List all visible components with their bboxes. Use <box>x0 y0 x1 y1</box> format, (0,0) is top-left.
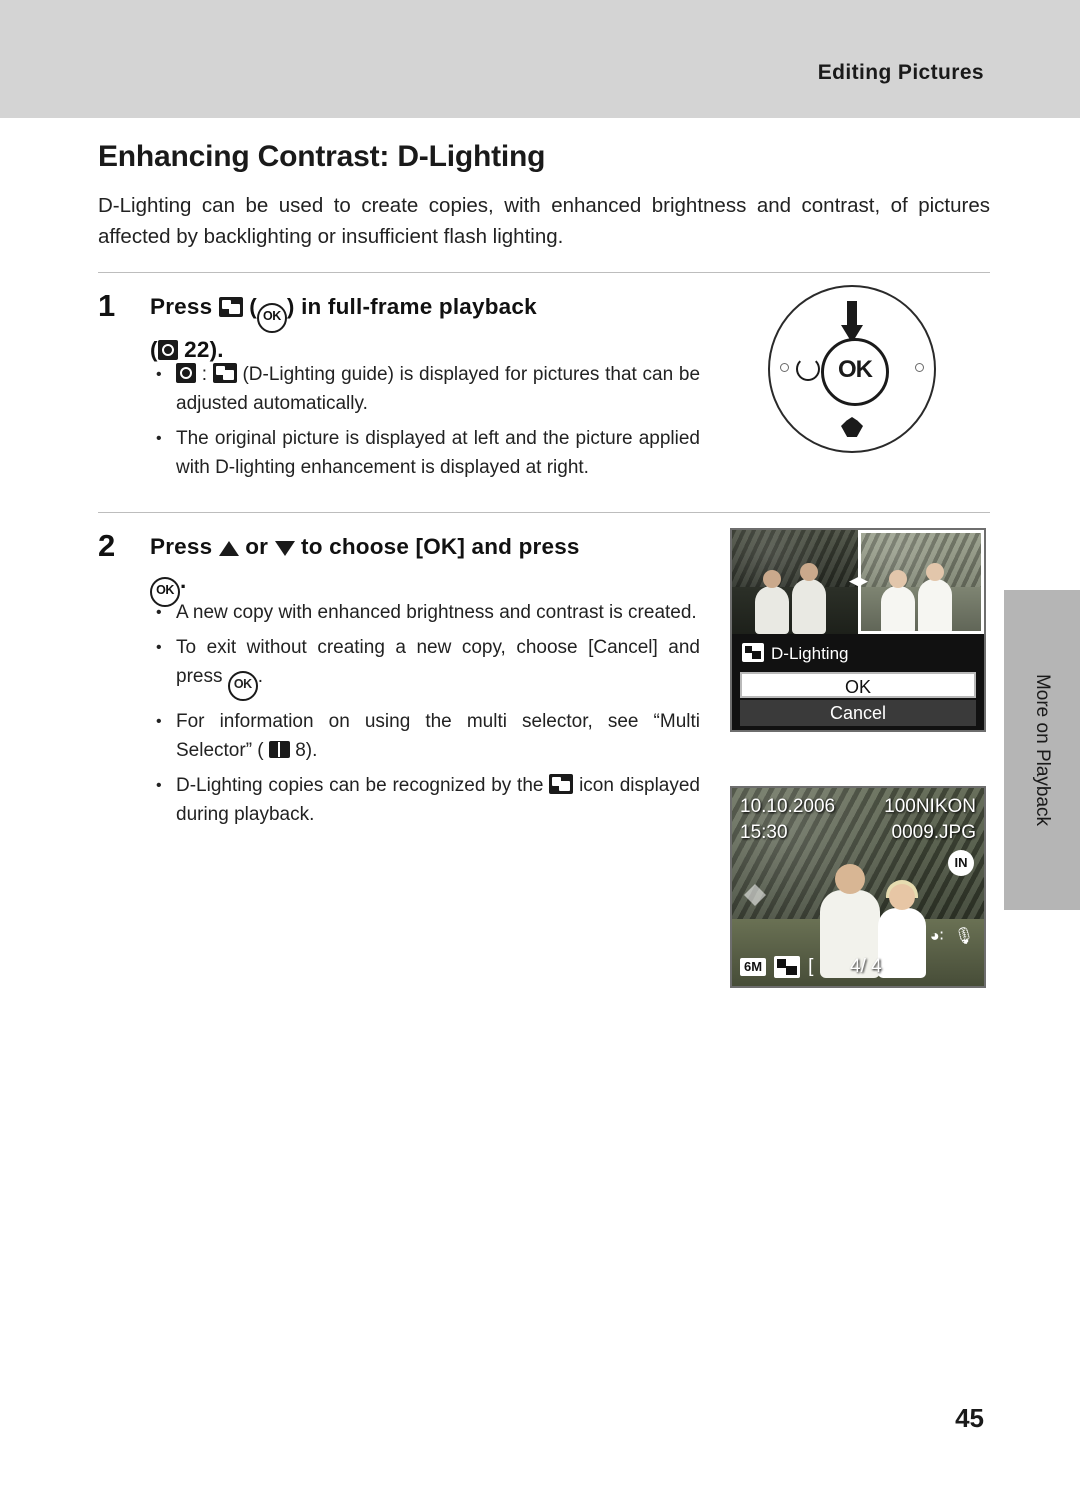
playback-filename: 0009.JPG <box>891 822 977 843</box>
list-item: The original picture is displayed at lef… <box>150 424 700 482</box>
d-lighting-icon <box>774 956 801 978</box>
lcd-playback: 10.10.2006 15:30 100NIKON 0009.JPG IN ◕∶… <box>730 786 986 988</box>
lcd-cancel-button[interactable]: Cancel <box>740 700 976 726</box>
playback-folder: 100NIKON <box>884 796 976 817</box>
step-2-heading-post: to choose [OK] and press <box>301 534 580 559</box>
divider-top <box>98 272 990 273</box>
step-1-heading: Press (OK) in full-frame playback ( 22). <box>150 290 695 367</box>
self-timer-icon <box>796 357 820 381</box>
d-lighting-icon <box>218 297 243 317</box>
page-header-band: Editing Pictures <box>0 0 1080 118</box>
list-item: To exit without creating a new copy, cho… <box>150 633 700 701</box>
magnifier-icon <box>157 340 178 360</box>
left-right-arrows-icon: ◀▶ <box>849 573 868 588</box>
list-item: : (D-Lighting guide) is displayed for pi… <box>150 360 700 418</box>
page-title: Enhancing Contrast: D-Lighting <box>98 140 546 173</box>
magnifier-icon <box>176 363 196 383</box>
step-2-bullet-2-tail: . <box>257 666 264 687</box>
step-1-bullet-1-mid: : <box>201 364 207 385</box>
selection-frame <box>858 530 984 634</box>
speaker-icon: ◕∶ <box>929 928 944 945</box>
multi-selector-diagram: OK <box>768 285 936 453</box>
divider-middle <box>98 512 990 513</box>
ok-button-icon: OK <box>227 671 258 701</box>
frame-counter: 4/ 4 <box>850 956 882 977</box>
d-lighting-icon <box>212 363 237 383</box>
page-number: 45 <box>955 1403 984 1433</box>
arrow-down-icon <box>274 541 295 556</box>
lcd-ok-button[interactable]: OK <box>740 672 976 698</box>
step-2-heading: Press or to choose [OK] and press OK. <box>150 530 700 607</box>
left-dot-icon <box>780 363 789 372</box>
playback-fileinfo: 100NIKON 0009.JPG <box>884 794 976 846</box>
playback-date: 10.10.2006 <box>740 796 836 817</box>
playback-time: 15:30 <box>740 822 788 843</box>
ok-button-icon: OK <box>256 303 287 333</box>
step-2-bullets: A new copy with enhanced brightness and … <box>150 598 700 835</box>
intro-paragraph: D-Lighting can be used to create copies,… <box>98 194 990 248</box>
step-2-heading-pre: Press <box>150 534 213 559</box>
d-lighting-icon <box>742 643 764 662</box>
list-item: For information on using the multi selec… <box>150 707 700 765</box>
internal-memory-badge: IN <box>948 850 974 876</box>
bracket-icon: [ <box>808 956 814 977</box>
step-2-bullet-4-text: D-Lighting copies can be recognized by t… <box>176 775 544 796</box>
side-tab-label: More on Playback <box>1032 673 1053 827</box>
step-2-number: 2 <box>98 528 116 563</box>
lcd-dlighting-confirm: ◀▶ D-Lighting OK Cancel <box>730 528 986 732</box>
step-2-bullet-3-text: For information on using the multi selec… <box>176 711 700 761</box>
foliage-shape <box>744 884 766 906</box>
ok-button-center: OK <box>821 338 889 406</box>
step-1-heading-post: ) in full-frame playback <box>286 294 537 319</box>
step-1-heading-pre: Press <box>150 294 213 319</box>
step-1-ref-open: ( <box>150 337 158 362</box>
step-1-bullets: : (D-Lighting guide) is displayed for pi… <box>150 360 700 488</box>
playback-status-icons: 6M [ <box>740 956 813 978</box>
lcd-dlighting-label-row: D-Lighting <box>732 638 984 670</box>
playback-datetime: 10.10.2006 15:30 <box>740 794 835 846</box>
image-size-badge: 6M <box>740 958 767 976</box>
microphone-icon: 🎙 <box>953 928 974 945</box>
step-1-ref: 22). <box>184 337 224 362</box>
step-2-heading-end: . <box>180 568 187 593</box>
list-item: D-Lighting copies can be recognized by t… <box>150 771 700 829</box>
step-1-bullet-1-text: (D-Lighting guide) is displayed for pict… <box>176 364 701 414</box>
section-title: Editing Pictures <box>817 61 984 84</box>
photo-subject-girl <box>878 880 926 978</box>
playback-sound-icons: ◕∶ 🎙 <box>930 926 974 946</box>
list-item: A new copy with enhanced brightness and … <box>150 598 700 627</box>
lcd-dlighting-label: D-Lighting <box>771 644 849 663</box>
side-thumb-tab: More on Playback <box>1004 590 1080 910</box>
book-reference-icon <box>268 741 290 758</box>
arrow-up-icon <box>218 541 239 556</box>
original-photo <box>732 530 858 634</box>
step-2-heading-or: or <box>245 534 269 559</box>
step-1-number: 1 <box>98 288 116 323</box>
right-dot-icon <box>915 363 924 372</box>
step-2-bullet-3-tail: 8). <box>295 740 318 761</box>
step-1-heading-mid: ( <box>249 294 257 319</box>
d-lighting-icon <box>549 774 574 794</box>
